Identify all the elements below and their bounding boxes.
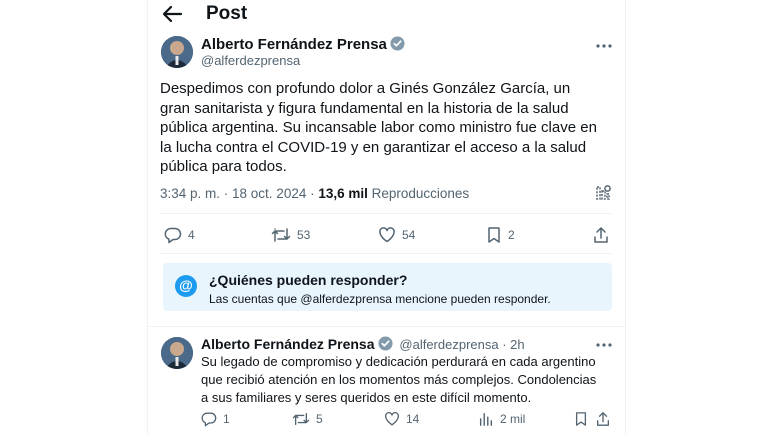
reply-icon bbox=[164, 227, 182, 244]
views-count: 13,6 mil bbox=[318, 186, 368, 201]
divider bbox=[160, 253, 613, 254]
heart-icon bbox=[385, 411, 399, 426]
bookmark-action[interactable]: 2 bbox=[486, 226, 515, 244]
divider bbox=[148, 326, 625, 327]
more-options-icon[interactable] bbox=[593, 337, 615, 353]
back-arrow-icon[interactable] bbox=[160, 4, 184, 24]
reply-text: Su legado de compromiso y dedicación per… bbox=[201, 354, 597, 405]
heart-icon bbox=[379, 227, 395, 243]
like-action[interactable]: 54 bbox=[378, 226, 415, 244]
views-label: Reproducciones bbox=[367, 186, 470, 201]
post-column: Post Alberto Fernández Prensa @alferdezp… bbox=[147, 0, 626, 435]
author-name-text: Alberto Fernández Prensa bbox=[201, 36, 387, 53]
reply-count: 4 bbox=[188, 228, 195, 242]
retweet-count: 53 bbox=[297, 228, 311, 242]
tweet-text: Despedimos con profundo dolor a Ginés Go… bbox=[160, 80, 597, 175]
views-chart-icon bbox=[479, 412, 493, 426]
reply-views-action[interactable]: 2 mil bbox=[478, 411, 525, 427]
page-title: Post bbox=[206, 3, 248, 24]
more-options-icon[interactable] bbox=[593, 38, 615, 54]
tweet-time[interactable]: 3:34 p. m. · 18 oct. 2024 · bbox=[160, 186, 318, 201]
bookmark-icon[interactable] bbox=[574, 411, 588, 427]
reply-action[interactable]: 4 bbox=[164, 226, 195, 244]
at-sign-icon: @ bbox=[175, 275, 197, 297]
avatar[interactable] bbox=[161, 36, 193, 68]
reply-author-name-text: Alberto Fernández Prensa bbox=[201, 336, 375, 352]
author-handle[interactable]: @alferdezprensa bbox=[201, 53, 300, 68]
analytics-icon[interactable] bbox=[594, 184, 612, 202]
reply-reply-count: 1 bbox=[223, 412, 230, 426]
verified-badge-icon bbox=[390, 36, 405, 51]
retweet-action[interactable]: 53 bbox=[271, 226, 310, 244]
reply-retweet-action[interactable]: 5 bbox=[292, 411, 323, 427]
reply-reply-action[interactable]: 1 bbox=[201, 411, 230, 427]
like-count: 54 bbox=[402, 228, 416, 242]
retweet-icon bbox=[271, 228, 291, 242]
bookmark-icon bbox=[488, 227, 500, 243]
reply-restriction-title: ¿Quiénes pueden responder? bbox=[209, 272, 408, 288]
reply-icon bbox=[201, 412, 217, 427]
reply-avatar[interactable] bbox=[161, 337, 193, 369]
bookmark-count: 2 bbox=[508, 228, 515, 242]
author-name[interactable]: Alberto Fernández Prensa bbox=[201, 36, 405, 53]
header: Post bbox=[148, 0, 625, 30]
retweet-icon bbox=[292, 413, 310, 425]
reply-restriction-box: @ ¿Quiénes pueden responder? Las cuentas… bbox=[163, 263, 612, 311]
verified-badge-icon bbox=[377, 336, 393, 351]
reply-like-count: 14 bbox=[406, 412, 420, 426]
reply-retweet-count: 5 bbox=[316, 412, 323, 426]
reply-handle-time[interactable]: @alferdezprensa · 2h bbox=[399, 337, 524, 352]
reply-views-count: 2 mil bbox=[500, 412, 526, 426]
reply-restriction-subtitle: Las cuentas que @alferdezprensa mencione… bbox=[209, 292, 551, 306]
tweet-meta: 3:34 p. m. · 18 oct. 2024 · 13,6 mil Rep… bbox=[160, 186, 469, 201]
reply-like-action[interactable]: 14 bbox=[384, 411, 419, 427]
avatar-photo bbox=[161, 36, 193, 68]
share-icon[interactable] bbox=[595, 411, 611, 427]
share-icon[interactable] bbox=[592, 226, 610, 244]
avatar-photo bbox=[161, 337, 193, 369]
divider bbox=[160, 213, 613, 214]
reply-author-name[interactable]: Alberto Fernández Prensa @alferdezprensa… bbox=[201, 336, 525, 352]
